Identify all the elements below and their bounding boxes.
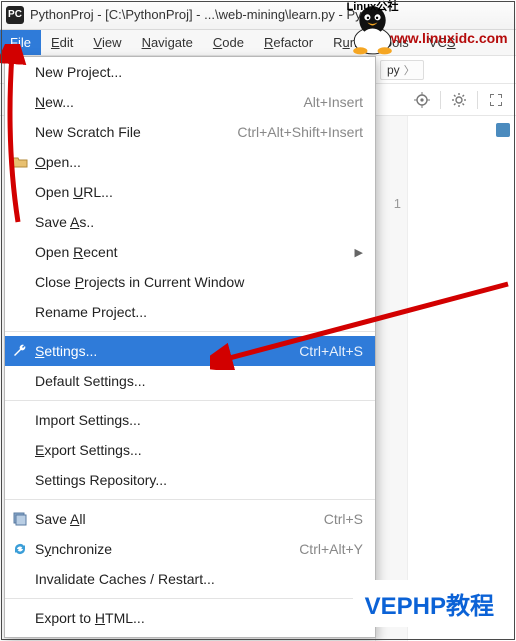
sync-icon [11, 540, 29, 558]
menu-item-import-settings[interactable]: Import Settings... [5, 405, 375, 435]
menu-tools[interactable]: Tools [367, 30, 419, 55]
menu-item-label: New Project... [35, 64, 122, 80]
collapse-icon[interactable] [484, 88, 508, 112]
menu-navigate[interactable]: Navigate [132, 30, 203, 55]
menu-item-label: Open... [35, 154, 81, 170]
menu-file[interactable]: File [0, 30, 41, 55]
separator [477, 91, 478, 109]
menu-item-label: New Scratch File [35, 124, 141, 140]
menu-view[interactable]: View [83, 30, 131, 55]
menu-item-rename-project[interactable]: Rename Project... [5, 297, 375, 327]
menu-item-settings[interactable]: Settings... Ctrl+Alt+S [5, 336, 375, 366]
menu-item-save-as[interactable]: Save As.. [5, 207, 375, 237]
menu-item-label: Invalidate Caches / Restart... [35, 571, 215, 587]
breadcrumb-tail[interactable]: py 〉 [380, 60, 424, 80]
shortcut-label: Alt+Insert [303, 94, 363, 110]
menu-item-label: Close Projects in Current Window [35, 274, 244, 290]
menu-separator [5, 499, 375, 500]
menu-item-label: Settings Repository... [35, 472, 167, 488]
menu-separator [5, 400, 375, 401]
separator [440, 91, 441, 109]
shortcut-label: Ctrl+S [324, 511, 363, 527]
menu-item-label: Open Recent [35, 244, 118, 260]
menu-item-default-settings[interactable]: Default Settings... [5, 366, 375, 396]
menu-item-label: Open URL... [35, 184, 113, 200]
menu-item-invalidate-caches-restart[interactable]: Invalidate Caches / Restart... [5, 564, 375, 594]
gear-icon[interactable] [447, 88, 471, 112]
app-icon: PC [6, 6, 24, 24]
menu-item-label: Synchronize [35, 541, 112, 557]
menu-item-open-url[interactable]: Open URL... [5, 177, 375, 207]
menu-separator [5, 598, 375, 599]
menu-item-label: Settings... [35, 343, 97, 359]
breadcrumb-label: py [387, 63, 400, 77]
line-number: 1 [376, 196, 401, 211]
menu-item-label: Save All [35, 511, 86, 527]
file-tab[interactable] [496, 116, 510, 144]
menu-item-label: Import Settings... [35, 412, 141, 428]
shortcut-label: Ctrl+Alt+S [299, 343, 363, 359]
folder-open-icon [11, 153, 29, 171]
vephp-watermark: VEPHP教程 [353, 580, 506, 627]
menu-item-export-settings[interactable]: Export Settings... [5, 435, 375, 465]
chevron-right-icon: 〉 [404, 62, 415, 78]
menu-item-label: Export to HTML... [35, 610, 145, 626]
python-file-icon [496, 123, 510, 137]
save-all-icon [11, 510, 29, 528]
menu-item-label: Export Settings... [35, 442, 142, 458]
menu-item-synchronize[interactable]: Synchronize Ctrl+Alt+Y [5, 534, 375, 564]
menu-item-settings-repository[interactable]: Settings Repository... [5, 465, 375, 495]
menu-item-new[interactable]: New... Alt+Insert [5, 87, 375, 117]
shortcut-label: Ctrl+Alt+Shift+Insert [237, 124, 363, 140]
menu-item-label: Default Settings... [35, 373, 146, 389]
window-title: PythonProj - [C:\PythonProj] - ...\web-m… [30, 7, 378, 22]
menu-item-new-scratch-file[interactable]: New Scratch File Ctrl+Alt+Shift+Insert [5, 117, 375, 147]
submenu-arrow-icon: ▶ [355, 246, 363, 259]
file-menu-dropdown: New Project... New... Alt+Insert New Scratc… [4, 56, 376, 638]
editor-gutter: 1 [376, 116, 408, 641]
wrench-icon [11, 342, 29, 360]
menu-run[interactable]: Run [323, 30, 367, 55]
menu-item-label: New... [35, 94, 74, 110]
shortcut-label: Ctrl+Alt+Y [299, 541, 363, 557]
menu-edit[interactable]: Edit [41, 30, 83, 55]
menu-item-export-to-html[interactable]: Export to HTML... [5, 603, 375, 633]
menu-refactor[interactable]: Refactor [254, 30, 323, 55]
menu-item-label: Save As.. [35, 214, 94, 230]
target-icon[interactable] [410, 88, 434, 112]
menu-item-open-recent[interactable]: Open Recent ▶ [5, 237, 375, 267]
menu-item-save-all[interactable]: Save All Ctrl+S [5, 504, 375, 534]
menu-code[interactable]: Code [203, 30, 254, 55]
menu-item-close-projects-in-current-window[interactable]: Close Projects in Current Window [5, 267, 375, 297]
menu-separator [5, 331, 375, 332]
menu-item-label: Rename Project... [35, 304, 147, 320]
title-bar: PC PythonProj - [C:\PythonProj] - ...\we… [0, 0, 516, 30]
menu-bar: FileEditViewNavigateCodeRefactorRunTools… [0, 30, 516, 56]
menu-item-open[interactable]: Open... [5, 147, 375, 177]
menu-item-new-project[interactable]: New Project... [5, 57, 375, 87]
menu-vcs[interactable]: VCS [419, 30, 466, 55]
editor-area[interactable]: 1 [375, 116, 516, 641]
